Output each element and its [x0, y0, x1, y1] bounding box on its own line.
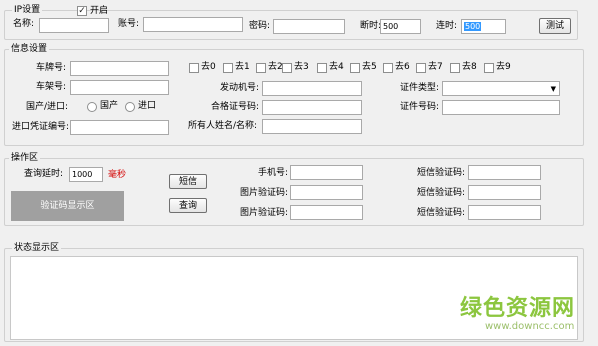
sms-code-label-3: 短信验证码: — [416, 208, 465, 218]
import-cert-input[interactable] — [70, 120, 169, 135]
skip-7-label: 去7 — [428, 62, 443, 72]
skip-4-label: 去4 — [329, 62, 344, 72]
query-delay-input[interactable]: 1000 — [69, 167, 103, 182]
enable-checkbox[interactable]: ✓ — [77, 6, 87, 16]
name-label: 名称: — [13, 19, 35, 29]
origin-domestic-label: 国产 — [100, 101, 119, 111]
img-code-input-2[interactable] — [290, 205, 363, 220]
sms-code-label-1: 短信验证码: — [416, 168, 465, 178]
id-number-label: 证件号码: — [399, 102, 439, 112]
captcha-display[interactable]: 验证码显示区 — [11, 191, 124, 221]
connect-label: 连时: — [436, 21, 458, 31]
skip-7-checkbox[interactable] — [416, 63, 426, 73]
ip-settings-title: IP设置 — [12, 5, 43, 15]
operation-title: 操作区 — [9, 153, 41, 163]
account-input[interactable] — [143, 17, 243, 32]
disconnect-value: 500 — [383, 22, 399, 31]
img-code-input-1[interactable] — [290, 185, 363, 200]
skip-5-label: 去5 — [362, 62, 377, 72]
skip-0-checkbox[interactable] — [189, 63, 199, 73]
owner-label: 所有人姓名/名称: — [188, 121, 258, 131]
skip-9-label: 去9 — [496, 62, 511, 72]
connect-input[interactable]: 500 — [461, 19, 506, 34]
watermark-url: www.downcc.com — [485, 321, 575, 332]
account-label: 账号: — [118, 19, 140, 29]
chevron-down-icon: ▼ — [550, 85, 556, 93]
connect-value: 500 — [464, 22, 482, 31]
plate-label: 车牌号: — [35, 63, 66, 73]
skip-1-label: 去1 — [235, 62, 250, 72]
sms-code-input-3[interactable] — [468, 205, 541, 220]
unit-label: 毫秒 — [108, 170, 127, 180]
id-type-label: 证件类型: — [399, 83, 439, 93]
vin-label: 车架号: — [35, 82, 66, 92]
import-cert-label: 进口凭证编号: — [12, 122, 70, 132]
id-type-select[interactable]: ▼ — [442, 81, 560, 96]
origin-label: 国产/进口: — [26, 102, 69, 112]
phone-input[interactable] — [290, 165, 363, 180]
watermark-text: 绿色资源网 — [460, 296, 576, 321]
skip-3-checkbox[interactable] — [282, 63, 292, 73]
password-label: 密码: — [249, 21, 271, 31]
id-number-input[interactable] — [442, 100, 560, 115]
skip-6-checkbox[interactable] — [383, 63, 393, 73]
vin-input[interactable] — [70, 80, 169, 95]
skip-2-checkbox[interactable] — [256, 63, 266, 73]
conformity-input[interactable] — [262, 100, 362, 115]
skip-6-label: 去6 — [395, 62, 410, 72]
sms-code-input-2[interactable] — [468, 185, 541, 200]
query-delay-value: 1000 — [72, 170, 93, 179]
origin-domestic-radio[interactable] — [87, 102, 97, 112]
test-button[interactable]: 测试 — [539, 18, 571, 34]
status-title: 状态显示区 — [12, 243, 62, 253]
plate-input[interactable] — [70, 61, 169, 76]
img-code-label-1: 图片验证码: — [239, 188, 288, 198]
skip-4-checkbox[interactable] — [317, 63, 327, 73]
phone-label: 手机号: — [257, 168, 288, 178]
skip-8-label: 去8 — [462, 62, 477, 72]
sms-code-input-1[interactable] — [468, 165, 541, 180]
password-input[interactable] — [273, 19, 345, 34]
skip-3-label: 去3 — [294, 62, 309, 72]
skip-0-label: 去0 — [201, 62, 216, 72]
skip-5-checkbox[interactable] — [350, 63, 360, 73]
owner-input[interactable] — [262, 119, 362, 134]
origin-import-label: 进口 — [138, 101, 157, 111]
origin-import-radio[interactable] — [125, 102, 135, 112]
skip-8-checkbox[interactable] — [450, 63, 460, 73]
info-settings-title: 信息设置 — [9, 44, 50, 54]
query-button[interactable]: 查询 — [169, 198, 207, 213]
sms-code-label-2: 短信验证码: — [416, 188, 465, 198]
img-code-label-2: 图片验证码: — [239, 208, 288, 218]
engine-input[interactable] — [262, 81, 362, 96]
query-delay-label: 查询延时: — [24, 169, 64, 179]
skip-1-checkbox[interactable] — [223, 63, 233, 73]
disconnect-label: 断时: — [360, 21, 382, 31]
skip-2-label: 去2 — [268, 62, 283, 72]
skip-9-checkbox[interactable] — [484, 63, 494, 73]
sms-button[interactable]: 短信 — [169, 174, 207, 189]
disconnect-input[interactable]: 500 — [380, 19, 421, 34]
conformity-label: 合格证号码: — [210, 102, 259, 112]
engine-label: 发动机号: — [219, 83, 259, 93]
enable-label: 开启 — [90, 6, 109, 16]
name-input[interactable] — [39, 18, 109, 33]
